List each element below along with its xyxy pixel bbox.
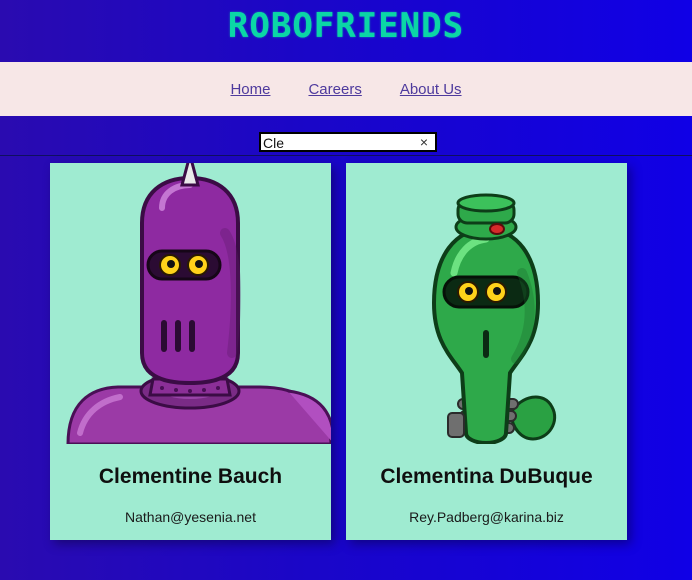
- search-box: ×: [259, 132, 437, 152]
- search-input[interactable]: [263, 135, 413, 151]
- top-nav: Home Careers About Us: [0, 62, 692, 116]
- nav-home-link[interactable]: Home: [230, 81, 270, 98]
- robot-name: Clementina DuBuque: [380, 465, 593, 488]
- clear-search-icon[interactable]: ×: [417, 133, 431, 151]
- robot-name: Clementine Bauch: [98, 465, 283, 488]
- app-title: ROBOFRIENDS: [227, 6, 465, 46]
- nav-careers-link[interactable]: Careers: [308, 81, 361, 98]
- divider: [0, 155, 692, 156]
- nav-about-us-link[interactable]: About Us: [400, 81, 462, 98]
- robot-avatar-image: [50, 163, 331, 444]
- robot-card[interactable]: Clementine Bauch Nathan@yesenia.net: [50, 163, 331, 540]
- robot-card[interactable]: Clementina DuBuque Rey.Padberg@karina.bi…: [346, 163, 627, 540]
- robot-card-list: Clementine Bauch Nathan@yesenia.net Clem…: [50, 163, 627, 540]
- robot-email: Nathan@yesenia.net: [125, 509, 256, 525]
- robot-email: Rey.Padberg@karina.biz: [409, 509, 564, 525]
- robot-avatar-image: [346, 163, 627, 444]
